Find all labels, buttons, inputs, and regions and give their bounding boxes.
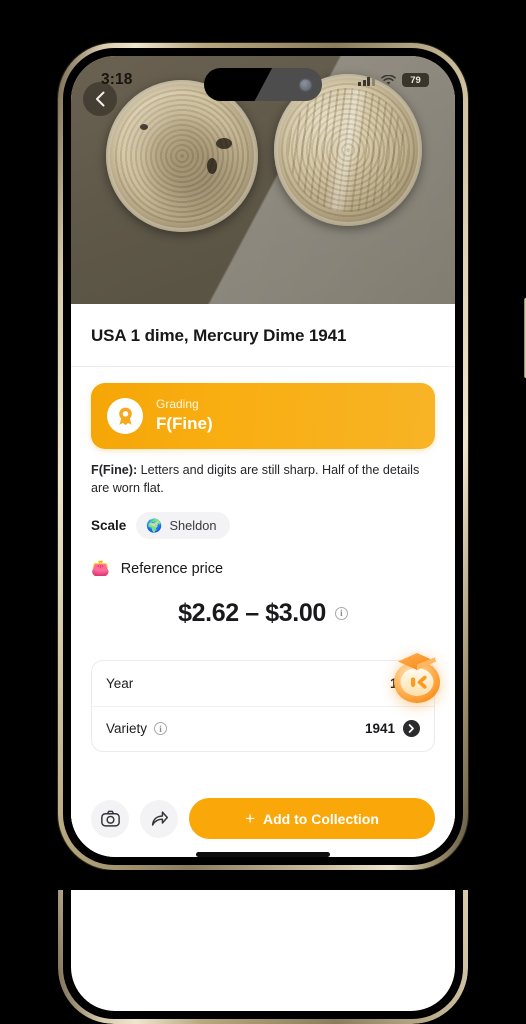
reference-price-value: $2.62 – $3.00 (178, 598, 326, 627)
coin-blemish (140, 124, 148, 130)
medal-ribbon-glyph (118, 407, 132, 425)
detail-sheet: USA 1 dime, Mercury Dime 1941 Grading F(… (71, 304, 455, 857)
chevron-right-icon[interactable] (403, 720, 420, 738)
device-gap-mask (0, 870, 526, 890)
detail-value-wrap: 1941 (364, 720, 420, 738)
globe-icon: 🌍 (146, 517, 163, 533)
scale-row: Scale 🌍 Sheldon (91, 511, 435, 539)
camera-button[interactable] (91, 799, 129, 838)
grading-value: F(Fine) (156, 413, 213, 433)
add-to-collection-button[interactable]: + Add to Collection (189, 798, 435, 839)
grading-text-block: Grading F(Fine) (156, 397, 213, 435)
reflection-bezel: + Add to Collection (63, 888, 463, 1019)
scale-label: Scale (91, 517, 127, 533)
mascot-glyph (394, 652, 440, 703)
grading-description-term: F(Fine): (91, 463, 138, 477)
battery-icon: 79 (402, 73, 429, 87)
coin-blemish (207, 158, 217, 174)
chevron-right-glyph (408, 724, 414, 734)
share-button[interactable] (140, 799, 178, 838)
details-card: Year 1941 Variety i 1941 (91, 652, 440, 752)
wallet-icon: 👛 (91, 560, 110, 578)
detail-key-label: Variety (106, 721, 148, 737)
status-indicators: 79 (358, 73, 429, 87)
device-bezel: 3:18 79 USA 1 dime, Mercury Dime 1941 Gr… (63, 48, 463, 865)
assistant-mascot-icon[interactable] (386, 645, 448, 707)
award-medal-icon (107, 398, 143, 434)
bottom-action-bar: + Add to Collection (71, 788, 455, 839)
share-arrow-icon (151, 811, 168, 826)
scale-pill[interactable]: 🌍 Sheldon (136, 511, 231, 539)
coin-obverse-relief (120, 94, 244, 218)
screenshot-stage: 3:18 79 USA 1 dime, Mercury Dime 1941 Gr… (0, 0, 526, 1024)
table-row[interactable]: Variety i 1941 (92, 705, 434, 751)
wifi-icon (381, 74, 396, 85)
grading-label: Grading (156, 396, 199, 411)
reference-price-value-row: $2.62 – $3.00 i (91, 599, 435, 628)
info-circle-icon[interactable]: i (334, 606, 348, 620)
grading-card[interactable]: Grading F(Fine) (91, 383, 435, 449)
device-reflection: + Add to Collection (58, 888, 468, 1024)
detail-key: Year (106, 675, 134, 691)
reflection-frame: + Add to Collection (58, 888, 468, 1024)
scale-pill-value: Sheldon (169, 517, 217, 533)
plus-icon: + (245, 808, 256, 828)
reflection-screen: + Add to Collection (71, 888, 455, 1011)
phone-screen: 3:18 79 USA 1 dime, Mercury Dime 1941 Gr… (71, 56, 455, 857)
status-bar: 3:18 79 (71, 56, 455, 104)
status-time: 3:18 (101, 71, 133, 88)
coin-reverse-relief (288, 88, 408, 212)
content-scroll-area[interactable]: Grading F(Fine) F(Fine): Letters and dig… (71, 367, 455, 788)
detail-value: 1941 (364, 721, 395, 737)
reference-price-title: Reference price (120, 560, 224, 577)
page-title: USA 1 dime, Mercury Dime 1941 (91, 326, 347, 345)
phone-device: 3:18 79 USA 1 dime, Mercury Dime 1941 Gr… (58, 43, 526, 870)
table-row[interactable]: Year 1941 (92, 661, 434, 706)
detail-key: Variety i (106, 721, 168, 737)
info-circle-icon[interactable]: i (154, 722, 168, 736)
battery-percent: 79 (410, 74, 421, 86)
add-to-collection-label: Add to Collection (263, 810, 379, 827)
grading-description: F(Fine): Letters and digits are still sh… (91, 461, 435, 498)
reference-price-header: 👛 Reference price (91, 561, 435, 577)
coin-blemish (216, 138, 232, 149)
grading-description-text: Letters and digits are still sharp. Half… (91, 463, 420, 496)
camera-icon (100, 810, 120, 827)
cellular-bars-icon (358, 74, 375, 86)
home-indicator[interactable] (196, 852, 330, 857)
